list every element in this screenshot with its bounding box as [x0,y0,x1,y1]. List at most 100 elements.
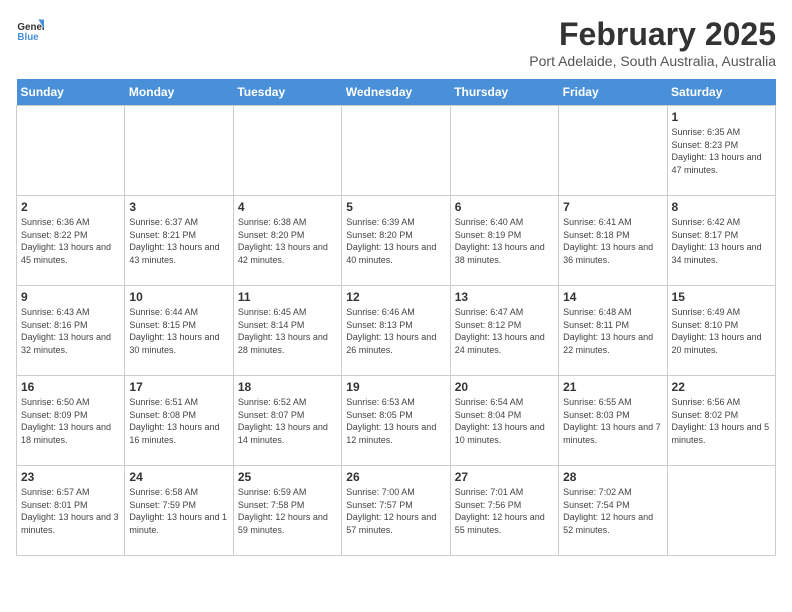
location-title: Port Adelaide, South Australia, Australi… [529,53,776,69]
day-number: 25 [238,470,337,484]
day-number: 15 [672,290,771,304]
day-cell: 11Sunrise: 6:45 AM Sunset: 8:14 PM Dayli… [233,286,341,376]
day-cell: 24 Sunrise: 6:58 AM Sunset: 7:59 PM Dayli… [125,466,233,556]
week-row-0: 1Sunrise: 6:35 AM Sunset: 8:23 PM Daylig… [17,106,776,196]
day-number: 13 [455,290,554,304]
day-cell [450,106,558,196]
week-row-4: 23 Sunrise: 6:57 AM Sunset: 8:01 PM Dayli… [17,466,776,556]
day-cell: 8 Sunrise: 6:42 AM Sunset: 8:17 PM Daylig… [667,196,775,286]
logo: General Blue [16,16,44,44]
day-number: 17 [129,380,228,394]
day-number: 4 [238,200,337,214]
day-cell [342,106,450,196]
day-number: 5 [346,200,445,214]
title-area: February 2025 Port Adelaide, South Austr… [529,16,776,69]
day-info: Sunrise: 6:45 AM Sunset: 8:14 PM Dayligh… [238,306,337,356]
day-number: 27 [455,470,554,484]
day-info: Sunrise: 6:38 AM Sunset: 8:20 PM Dayligh… [238,216,337,266]
day-info: Sunrise: 6:47 AM Sunset: 8:12 PM Dayligh… [455,306,554,356]
day-info: Sunrise: 6:40 AM Sunset: 8:19 PM Dayligh… [455,216,554,266]
day-cell: 15 Sunrise: 6:49 AM Sunset: 8:10 PM Dayli… [667,286,775,376]
day-info: Sunrise: 6:53 AM Sunset: 8:05 PM Dayligh… [346,396,445,446]
day-cell [559,106,667,196]
weekday-header-friday: Friday [559,79,667,106]
day-cell: 2Sunrise: 6:36 AM Sunset: 8:22 PM Daylig… [17,196,125,286]
day-number: 3 [129,200,228,214]
day-cell: 27 Sunrise: 7:01 AM Sunset: 7:56 PM Dayli… [450,466,558,556]
day-info: Sunrise: 6:42 AM Sunset: 8:17 PM Dayligh… [672,216,771,266]
week-row-2: 9 Sunrise: 6:43 AM Sunset: 8:16 PM Daylig… [17,286,776,376]
day-info: Sunrise: 6:37 AM Sunset: 8:21 PM Dayligh… [129,216,228,266]
day-info: Sunrise: 6:56 AM Sunset: 8:02 PM Dayligh… [672,396,771,446]
day-cell: 3 Sunrise: 6:37 AM Sunset: 8:21 PM Daylig… [125,196,233,286]
day-info: Sunrise: 6:43 AM Sunset: 8:16 PM Dayligh… [21,306,120,356]
day-cell: 9 Sunrise: 6:43 AM Sunset: 8:16 PM Daylig… [17,286,125,376]
day-cell: 10Sunrise: 6:44 AM Sunset: 8:15 PM Dayli… [125,286,233,376]
weekday-header-row: SundayMondayTuesdayWednesdayThursdayFrid… [17,79,776,106]
day-cell: 25 Sunrise: 6:59 AM Sunset: 7:58 PM Dayli… [233,466,341,556]
day-cell: 6 Sunrise: 6:40 AM Sunset: 8:19 PM Daylig… [450,196,558,286]
day-cell: 7 Sunrise: 6:41 AM Sunset: 8:18 PM Daylig… [559,196,667,286]
day-cell: 17 Sunrise: 6:51 AM Sunset: 8:08 PM Dayli… [125,376,233,466]
day-cell: 19 Sunrise: 6:53 AM Sunset: 8:05 PM Dayli… [342,376,450,466]
day-info: Sunrise: 6:41 AM Sunset: 8:18 PM Dayligh… [563,216,662,266]
day-number: 23 [21,470,120,484]
logo-icon: General Blue [16,16,44,44]
month-title: February 2025 [529,16,776,53]
day-number: 16 [21,380,120,394]
day-number: 24 [129,470,228,484]
day-info: Sunrise: 6:54 AM Sunset: 8:04 PM Dayligh… [455,396,554,446]
day-cell: 28 Sunrise: 7:02 AM Sunset: 7:54 PM Dayli… [559,466,667,556]
day-number: 12 [346,290,445,304]
day-info: Sunrise: 6:51 AM Sunset: 8:08 PM Dayligh… [129,396,228,446]
weekday-header-tuesday: Tuesday [233,79,341,106]
day-info: Sunrise: 6:39 AM Sunset: 8:20 PM Dayligh… [346,216,445,266]
day-number: 19 [346,380,445,394]
day-info: Sunrise: 6:55 AM Sunset: 8:03 PM Dayligh… [563,396,662,446]
day-info: Sunrise: 6:50 AM Sunset: 8:09 PM Dayligh… [21,396,120,446]
weekday-header-wednesday: Wednesday [342,79,450,106]
weekday-header-sunday: Sunday [17,79,125,106]
day-info: Sunrise: 7:00 AM Sunset: 7:57 PM Dayligh… [346,486,445,536]
day-info: Sunrise: 6:44 AM Sunset: 8:15 PM Dayligh… [129,306,228,356]
day-number: 26 [346,470,445,484]
day-number: 7 [563,200,662,214]
weekday-header-thursday: Thursday [450,79,558,106]
day-info: Sunrise: 6:57 AM Sunset: 8:01 PM Dayligh… [21,486,120,536]
day-cell [17,106,125,196]
day-info: Sunrise: 6:59 AM Sunset: 7:58 PM Dayligh… [238,486,337,536]
day-cell: 12 Sunrise: 6:46 AM Sunset: 8:13 PM Dayli… [342,286,450,376]
day-number: 28 [563,470,662,484]
day-number: 9 [21,290,120,304]
day-number: 20 [455,380,554,394]
day-info: Sunrise: 6:46 AM Sunset: 8:13 PM Dayligh… [346,306,445,356]
day-info: Sunrise: 6:35 AM Sunset: 8:23 PM Dayligh… [672,126,771,176]
day-info: Sunrise: 6:58 AM Sunset: 7:59 PM Dayligh… [129,486,228,536]
calendar-table: SundayMondayTuesdayWednesdayThursdayFrid… [16,79,776,556]
weekday-header-saturday: Saturday [667,79,775,106]
day-cell: 16 Sunrise: 6:50 AM Sunset: 8:09 PM Dayli… [17,376,125,466]
day-cell [667,466,775,556]
svg-text:Blue: Blue [17,32,39,43]
day-cell: 1Sunrise: 6:35 AM Sunset: 8:23 PM Daylig… [667,106,775,196]
day-number: 18 [238,380,337,394]
day-info: Sunrise: 7:01 AM Sunset: 7:56 PM Dayligh… [455,486,554,536]
day-number: 21 [563,380,662,394]
day-info: Sunrise: 7:02 AM Sunset: 7:54 PM Dayligh… [563,486,662,536]
day-number: 2 [21,200,120,214]
day-cell: 23 Sunrise: 6:57 AM Sunset: 8:01 PM Dayli… [17,466,125,556]
day-number: 14 [563,290,662,304]
day-info: Sunrise: 6:49 AM Sunset: 8:10 PM Dayligh… [672,306,771,356]
day-number: 22 [672,380,771,394]
day-cell: 22 Sunrise: 6:56 AM Sunset: 8:02 PM Dayli… [667,376,775,466]
day-number: 8 [672,200,771,214]
week-row-1: 2Sunrise: 6:36 AM Sunset: 8:22 PM Daylig… [17,196,776,286]
day-cell: 13 Sunrise: 6:47 AM Sunset: 8:12 PM Dayli… [450,286,558,376]
day-cell: 18Sunrise: 6:52 AM Sunset: 8:07 PM Dayli… [233,376,341,466]
page-header: General Blue February 2025 Port Adelaide… [16,16,776,69]
week-row-3: 16 Sunrise: 6:50 AM Sunset: 8:09 PM Dayli… [17,376,776,466]
day-cell: 14Sunrise: 6:48 AM Sunset: 8:11 PM Dayli… [559,286,667,376]
day-cell: 4 Sunrise: 6:38 AM Sunset: 8:20 PM Daylig… [233,196,341,286]
day-number: 6 [455,200,554,214]
day-cell [233,106,341,196]
